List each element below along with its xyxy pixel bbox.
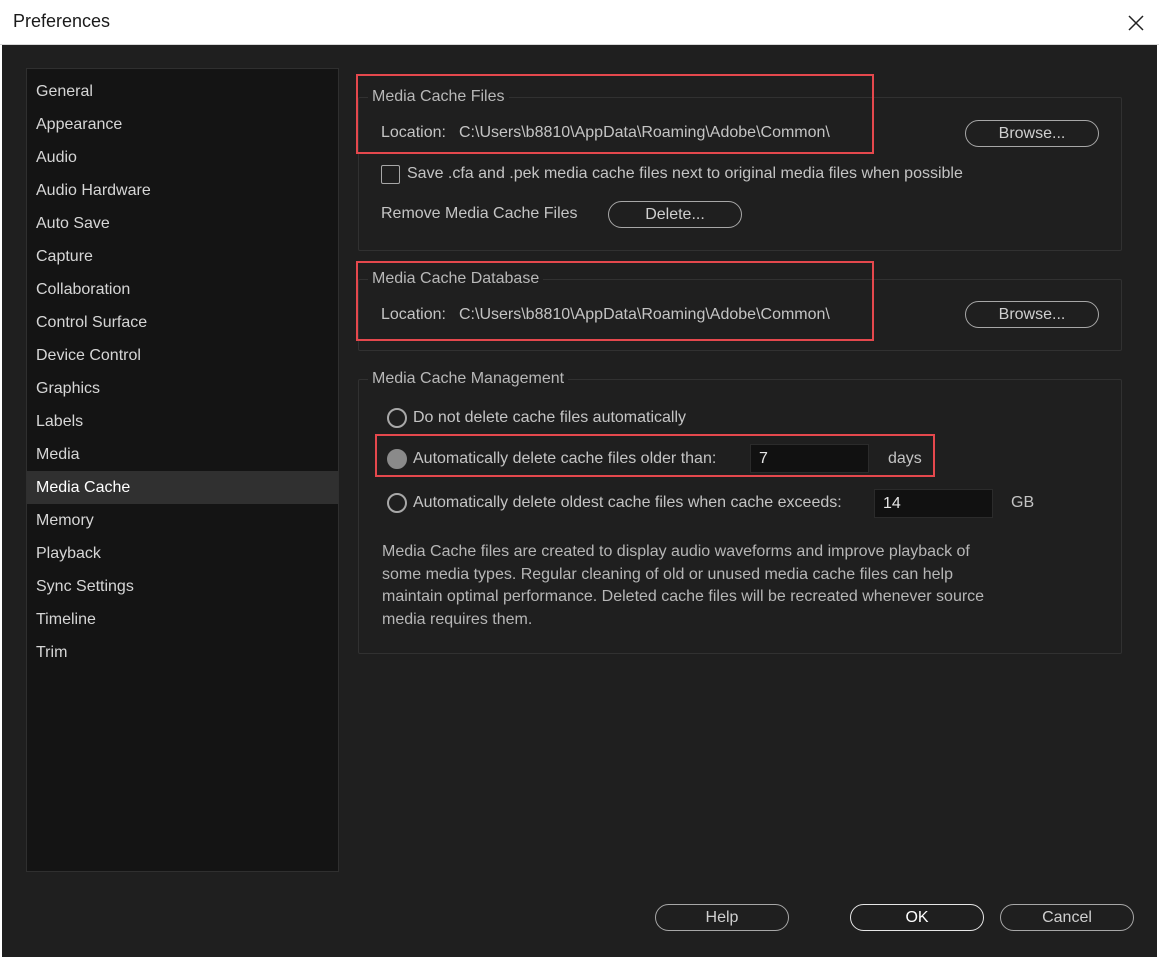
sidebar-item-playback[interactable]: Playback — [27, 537, 338, 570]
save-cfa-pek-checkbox[interactable] — [381, 165, 400, 184]
remove-media-cache-label: Remove Media Cache Files — [381, 205, 578, 222]
sidebar-item-device-control[interactable]: Device Control — [27, 339, 338, 372]
preferences-dialog: General Appearance Audio Audio Hardware … — [2, 45, 1157, 957]
sidebar-item-timeline[interactable]: Timeline — [27, 603, 338, 636]
cache-files-location-path: C:\Users\b8810\AppData\Roaming\Adobe\Com… — [459, 124, 830, 141]
title-bar: Preferences — [0, 0, 1159, 45]
cache-files-browse-button[interactable]: Browse... — [965, 120, 1099, 147]
cache-database-location-path: C:\Users\b8810\AppData\Roaming\Adobe\Com… — [459, 306, 830, 323]
media-cache-description: Media Cache files are created to display… — [382, 543, 985, 628]
exceeds-unit: GB — [1011, 494, 1035, 511]
media-cache-files-title: Media Cache Files — [368, 88, 509, 106]
older-than-unit: days — [888, 450, 922, 467]
sidebar-item-labels[interactable]: Labels — [27, 405, 338, 438]
radio-delete-when-exceeds[interactable] — [387, 493, 407, 513]
exceeds-gb-input[interactable]: 14 — [874, 489, 993, 518]
sidebar-item-memory[interactable]: Memory — [27, 504, 338, 537]
preferences-sidebar: General Appearance Audio Audio Hardware … — [26, 68, 339, 872]
cache-database-browse-button[interactable]: Browse... — [965, 301, 1099, 328]
save-cfa-pek-label: Save .cfa and .pek media cache files nex… — [407, 165, 963, 182]
radio-delete-when-exceeds-label: Automatically delete oldest cache files … — [413, 494, 842, 511]
sidebar-item-trim[interactable]: Trim — [27, 636, 338, 669]
sidebar-item-control-surface[interactable]: Control Surface — [27, 306, 338, 339]
media-cache-database-title: Media Cache Database — [368, 270, 544, 288]
help-button[interactable]: Help — [655, 904, 789, 931]
window-title: Preferences — [13, 11, 111, 31]
cache-files-location-label: Location: — [381, 124, 446, 141]
sidebar-item-collaboration[interactable]: Collaboration — [27, 273, 338, 306]
cancel-button[interactable]: Cancel — [1000, 904, 1134, 931]
delete-cache-button[interactable]: Delete... — [608, 201, 742, 228]
radio-do-not-delete-label: Do not delete cache files automatically — [413, 409, 687, 426]
sidebar-item-media[interactable]: Media — [27, 438, 338, 471]
sidebar-item-auto-save[interactable]: Auto Save — [27, 207, 338, 240]
radio-do-not-delete[interactable] — [387, 408, 407, 428]
radio-delete-older-than[interactable] — [387, 449, 407, 469]
sidebar-item-audio-hardware[interactable]: Audio Hardware — [27, 174, 338, 207]
radio-delete-older-than-label: Automatically delete cache files older t… — [413, 450, 717, 467]
sidebar-item-sync-settings[interactable]: Sync Settings — [27, 570, 338, 603]
cache-database-location-label: Location: — [381, 306, 446, 323]
sidebar-item-media-cache[interactable]: Media Cache — [27, 471, 338, 504]
media-cache-management-title: Media Cache Management — [368, 370, 569, 388]
sidebar-item-general[interactable]: General — [27, 75, 338, 108]
sidebar-item-graphics[interactable]: Graphics — [27, 372, 338, 405]
close-icon — [1128, 14, 1144, 31]
ok-button[interactable]: OK — [850, 904, 984, 931]
sidebar-item-appearance[interactable]: Appearance — [27, 108, 338, 141]
close-button[interactable] — [1113, 0, 1159, 45]
sidebar-item-capture[interactable]: Capture — [27, 240, 338, 273]
sidebar-item-audio[interactable]: Audio — [27, 141, 338, 174]
older-than-days-input[interactable]: 7 — [750, 444, 869, 473]
